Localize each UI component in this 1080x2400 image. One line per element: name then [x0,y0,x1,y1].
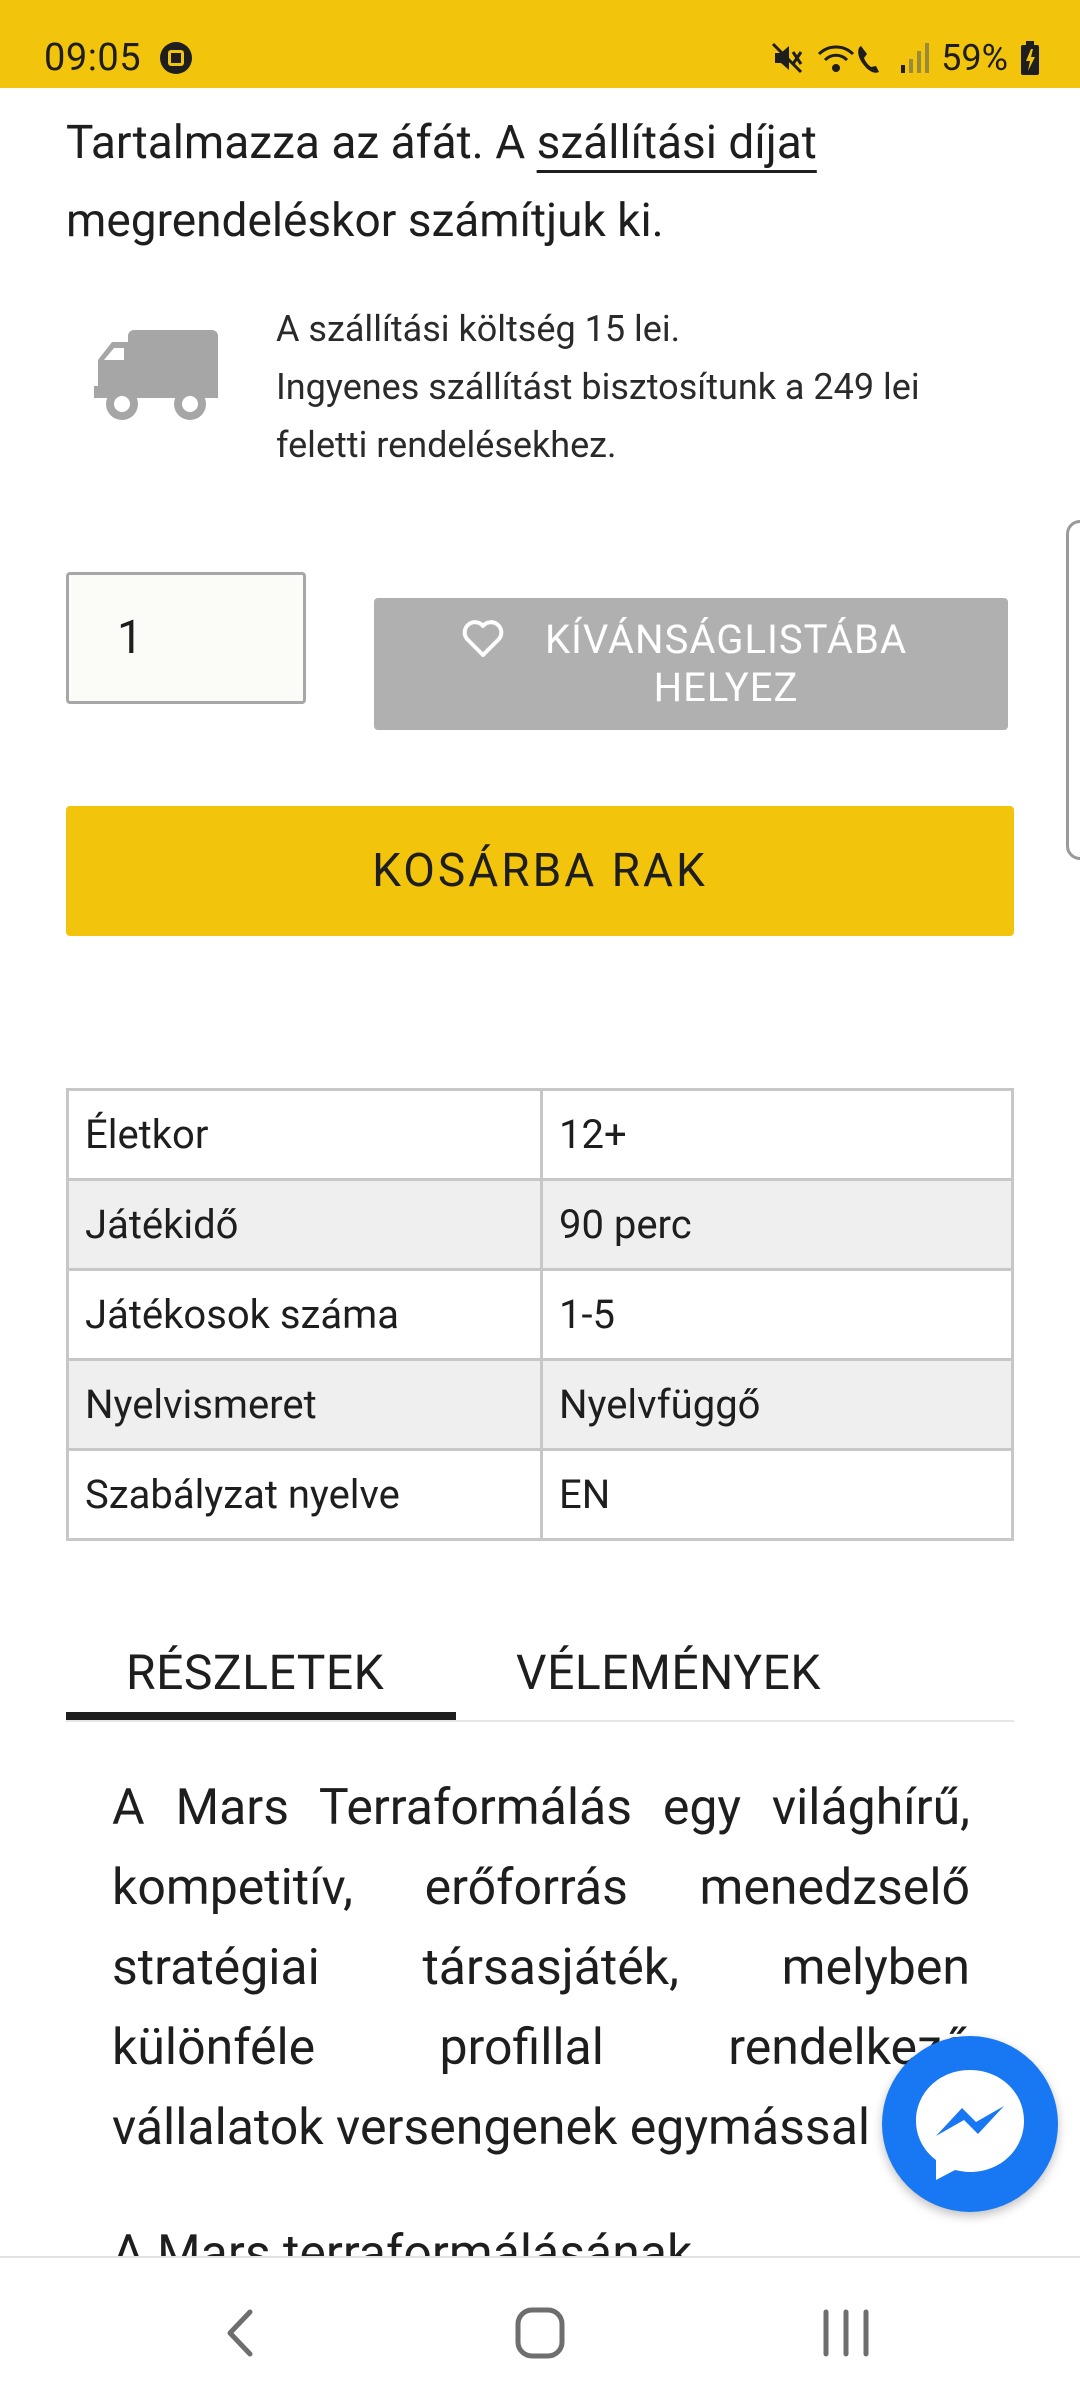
status-time: 09:05 [44,36,142,80]
tab-details[interactable]: RÉSZLETEK [126,1644,384,1701]
table-row: Életkor 12+ [66,1088,1014,1181]
recent-apps-icon[interactable] [806,2298,886,2368]
battery-percent: 59% [941,37,1008,79]
description-next-text: A Mars terraformálásának [112,2232,970,2256]
quantity-input[interactable] [66,572,306,704]
price-note-prefix: Tartalmazza az áfát. A [66,116,537,170]
attribute-value: 1-5 [540,1268,1014,1361]
system-navigation-bar [0,2256,1080,2400]
attribute-label: Nyelvismeret [66,1358,543,1451]
back-icon[interactable] [200,2298,280,2368]
mute-icon [772,42,803,74]
attribute-label: Szabályzat nyelve [66,1448,543,1541]
status-icons: 59% [769,34,1040,82]
free-shipping-text: Ingyenes szállítást bisztosítunk a 249 l… [276,366,920,466]
table-row: Szabályzat nyelve EN [66,1448,1014,1541]
attribute-value: 90 perc [540,1178,1014,1271]
shipping-cost-link[interactable]: szállítási díjat [537,116,817,170]
table-row: Játékosok száma 1-5 [66,1268,1014,1361]
shipping-info: A szállítási költség 15 lei. Ingyenes sz… [276,300,1016,474]
price-note: Tartalmazza az áfát. A szállítási díjat … [66,104,1026,260]
wifi-call-icon [818,45,880,73]
table-row: Játékidő 90 perc [66,1178,1014,1271]
signal-icon [901,43,930,73]
messenger-chat-button[interactable] [882,2036,1058,2212]
shipping-cost-text: A szállítási költség 15 lei. [276,308,681,350]
table-row: Nyelvismeret Nyelvfüggő [66,1358,1014,1451]
tab-reviews[interactable]: VÉLEMÉNYEK [516,1644,821,1701]
product-attributes-table: Életkor 12+ Játékidő 90 perc Játékosok s… [66,1088,1014,1541]
edge-panel-handle[interactable] [1066,520,1080,860]
attribute-value: 12+ [540,1088,1014,1181]
attribute-value: EN [540,1448,1014,1541]
product-tabs: RÉSZLETEK VÉLEMÉNYEK [66,1630,1014,1722]
attribute-label: Játékosok száma [66,1268,543,1361]
screenshot-notification-icon [160,42,192,74]
description-next-paragraph: A Mars terraformálásának [112,2232,970,2256]
truck-icon [94,330,218,420]
attribute-label: Életkor [66,1088,543,1181]
home-icon[interactable] [500,2298,580,2368]
active-tab-indicator [66,1712,456,1720]
battery-icon [1021,41,1039,75]
price-note-suffix: megrendeléskor számítjuk ki. [66,194,664,248]
attribute-label: Játékidő [66,1178,543,1271]
messenger-icon [916,2070,1024,2180]
add-to-cart-button[interactable]: KOSÁRBA RAK [66,806,1014,936]
add-to-wishlist-button[interactable]: KÍVÁNSÁGLISTÁBA HELYEZ [374,598,1008,730]
heart-icon [462,620,504,657]
attribute-value: Nyelvfüggő [540,1358,1014,1451]
product-description: A Mars Terraformálás egy világhírű, komp… [112,1779,970,2157]
status-bar: 09:05 59% [0,0,1080,88]
wishlist-label: KÍVÁNSÁGLISTÁBA HELYEZ [544,616,908,711]
